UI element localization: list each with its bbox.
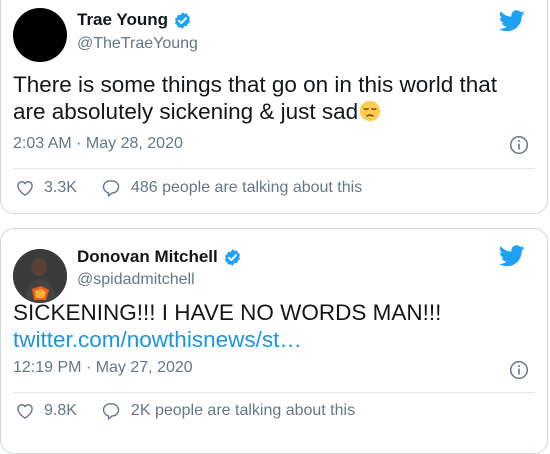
author-handle[interactable]: @spidadmitchell (77, 271, 195, 289)
info-icon[interactable] (509, 135, 529, 155)
tweet-text: SICKENING!!! I HAVE NO WORDS MAN!!! twit… (13, 299, 533, 353)
tweet-text-content: There is some things that go on in this … (13, 72, 498, 124)
tweet-link[interactable]: twitter.com/nowthisnews/st… (13, 326, 533, 353)
tweet-text: There is some things that go on in this … (13, 71, 533, 125)
reply-bubble-icon[interactable] (101, 401, 121, 421)
author-row: Donovan Mitchell (77, 247, 242, 267)
tweet-timestamp[interactable]: 12:19 PM · May 27, 2020 (13, 359, 193, 377)
avatar[interactable] (13, 249, 67, 303)
tweet-card-donovan-mitchell[interactable]: Donovan Mitchell @spidadmitchell SICKENI… (0, 228, 548, 454)
avatar[interactable] (13, 8, 67, 62)
tweet-card-trae-young[interactable]: Trae Young @TheTraeYoung There is some t… (0, 0, 548, 214)
pensive-face-emoji-icon (360, 100, 381, 122)
author-name[interactable]: Donovan Mitchell (77, 247, 218, 267)
twitter-bird-icon[interactable] (499, 10, 525, 32)
info-icon[interactable] (509, 360, 529, 380)
divider (13, 168, 535, 169)
author-handle[interactable]: @TheTraeYoung (77, 35, 198, 53)
tweet-timestamp[interactable]: 2:03 AM · May 28, 2020 (13, 135, 183, 153)
like-count[interactable]: 9.8K (44, 402, 77, 420)
tweet-actions: 3.3K 486 people are talking about this (15, 178, 362, 198)
author-row: Trae Young (77, 10, 192, 30)
reply-bubble-icon[interactable] (101, 178, 121, 198)
heart-icon[interactable] (15, 401, 35, 421)
talking-about-link[interactable]: 486 people are talking about this (131, 179, 362, 197)
verified-badge-icon (174, 11, 191, 29)
tweet-actions: 9.8K 2K people are talking about this (15, 401, 355, 421)
twitter-bird-icon[interactable] (499, 245, 525, 267)
heart-icon[interactable] (15, 178, 35, 198)
like-count[interactable]: 3.3K (44, 179, 77, 197)
tweet-text-content: SICKENING!!! I HAVE NO WORDS MAN!!! (13, 300, 442, 325)
verified-badge-icon (224, 248, 240, 266)
talking-about-link[interactable]: 2K people are talking about this (131, 402, 355, 420)
author-name[interactable]: Trae Young (77, 10, 168, 30)
divider (13, 392, 535, 393)
avatar-photo (13, 249, 67, 303)
